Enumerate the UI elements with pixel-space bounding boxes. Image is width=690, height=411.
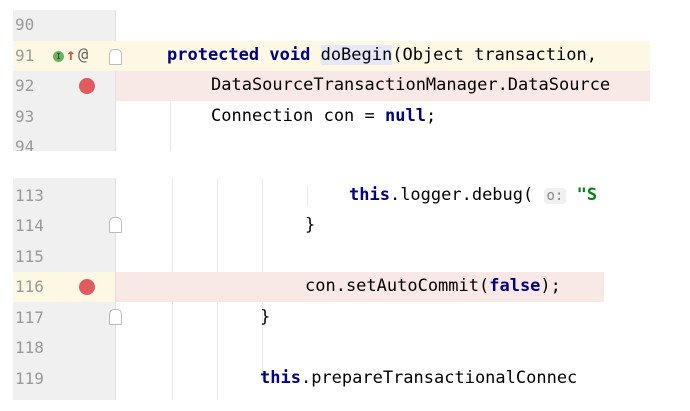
code-text: Connection con = null; bbox=[211, 106, 437, 126]
code-line: 119 this.prepareTransactionalConnec bbox=[13, 364, 604, 394]
editor-panel-top: 90 91 I ↑ @ protected void doBegin(Objec… bbox=[13, 10, 650, 151]
code-line: 115 bbox=[13, 242, 604, 272]
line-number: 93 bbox=[15, 107, 35, 126]
code-line: 113 this.logger.debug( o: "S bbox=[13, 181, 604, 211]
code-line: 91 I ↑ @ protected void doBegin(Object t… bbox=[13, 41, 650, 71]
at-sign-icon[interactable]: @ bbox=[78, 45, 88, 65]
breakpoint-icon[interactable] bbox=[79, 78, 95, 94]
fold-toggle-icon[interactable] bbox=[109, 309, 122, 325]
parameter-hint: o: bbox=[543, 188, 567, 204]
code-text: DataSourceTransactionManager.DataSource bbox=[211, 75, 611, 95]
code-line: 116 con.setAutoCommit(false); bbox=[13, 272, 604, 302]
fold-toggle-icon[interactable] bbox=[109, 217, 122, 233]
line-number: 117 bbox=[15, 308, 44, 327]
code-text: this.logger.debug( o: "S bbox=[349, 185, 598, 205]
code-line: 118 bbox=[13, 333, 604, 363]
code-line: 90 bbox=[13, 10, 650, 40]
code-line: 92 DataSourceTransactionManager.DataSour… bbox=[13, 71, 650, 101]
code-text: protected void doBegin(Object transactio… bbox=[167, 45, 597, 65]
code-text: } bbox=[260, 307, 271, 327]
code-line: 117 } bbox=[13, 303, 604, 333]
code-text: con.setAutoCommit(false); bbox=[305, 276, 561, 296]
breakpoint-icon[interactable] bbox=[79, 279, 95, 295]
code-text: } bbox=[305, 215, 316, 235]
code-line: 94 bbox=[13, 132, 650, 151]
line-number: 94 bbox=[15, 137, 35, 151]
code-line: 114 } bbox=[13, 211, 604, 241]
line-number: 115 bbox=[15, 247, 44, 266]
code-text: this.prepareTransactionalConnec bbox=[260, 368, 578, 388]
override-arrow-up-icon[interactable]: ↑ bbox=[66, 45, 76, 64]
implementing-method-icon[interactable]: I bbox=[53, 51, 64, 62]
line-number: 90 bbox=[15, 15, 35, 34]
fold-toggle-icon[interactable] bbox=[109, 49, 122, 65]
code-line: 93 Connection con = null; bbox=[13, 102, 650, 132]
line-number: 119 bbox=[15, 369, 44, 388]
line-number: 114 bbox=[15, 216, 44, 235]
line-number: 91 bbox=[15, 46, 35, 65]
line-number: 113 bbox=[15, 186, 44, 205]
editor-panel-bottom: 113 this.logger.debug( o: "S 114 } 115 1… bbox=[13, 178, 604, 400]
line-number: 118 bbox=[15, 338, 44, 357]
line-number: 92 bbox=[15, 76, 35, 95]
line-number: 116 bbox=[15, 277, 44, 296]
